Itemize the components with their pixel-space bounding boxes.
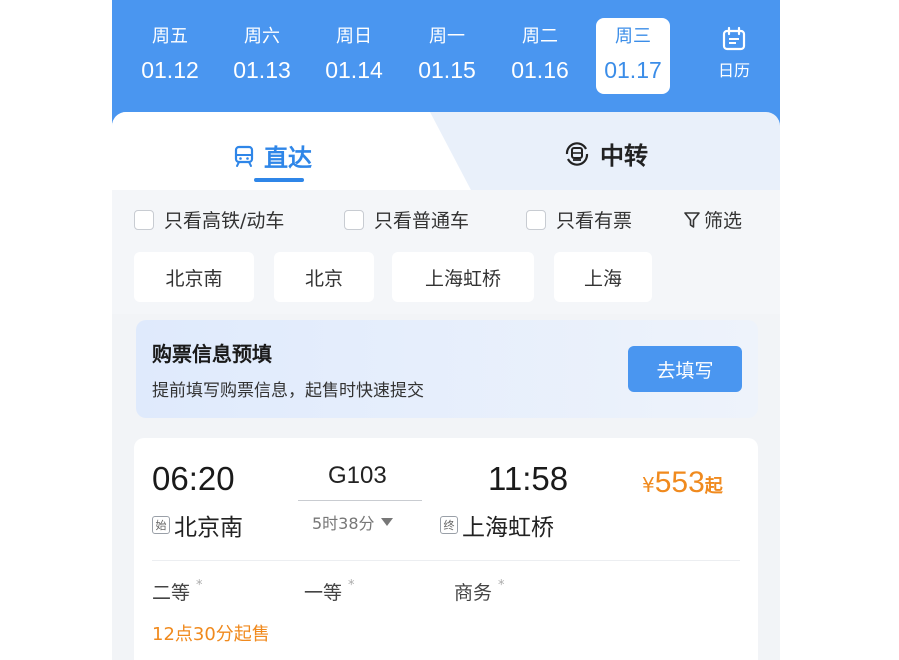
tab-direct[interactable]: 直达 [232, 138, 312, 173]
date-item-0112[interactable]: 周五 01.12 [130, 18, 210, 94]
arrival-time: 11:58 [488, 460, 569, 497]
prefill-button[interactable]: 去填写 [628, 346, 742, 392]
date-item-0116[interactable]: 周二 01.16 [500, 18, 580, 94]
departure-station-name: 北京南 [174, 515, 243, 541]
card-divider [152, 560, 740, 561]
prefill-banner: 购票信息预填 提前填写购票信息，起售时快速提交 去填写 [136, 320, 758, 418]
price-value: 553 [654, 466, 705, 499]
departure-station: 始 北京南 [152, 508, 243, 542]
seat-label: 一等 [304, 582, 343, 604]
date-item-0117-selected[interactable]: 周三 01.17 [596, 18, 670, 94]
train-card[interactable]: 06:20 G103 5时38分 11:58 始 北京南 终 上海虹桥 ¥ 55… [134, 438, 758, 660]
weekday-label: 周日 [336, 26, 372, 47]
seat-availability: * [498, 578, 505, 593]
filter-regular-label: 只看普通车 [374, 210, 470, 232]
weekday-label: 周一 [429, 26, 465, 47]
tab-transfer[interactable]: 中转 [562, 136, 648, 171]
tab-direct-label: 直达 [264, 144, 312, 172]
terminal-tag: 终 [440, 516, 458, 534]
filter-button-label: 筛选 [704, 210, 743, 232]
calendar-icon [721, 26, 747, 56]
seat-first-class: 一等 * [304, 578, 355, 605]
weekday-label: 周五 [152, 26, 188, 47]
calendar-label: 日历 [717, 61, 750, 80]
filter-button[interactable]: 筛选 [684, 206, 742, 233]
station-chip-shanghai[interactable]: 上海 [554, 252, 652, 302]
seat-label: 二等 [152, 582, 191, 604]
weekday-label: 周二 [522, 26, 558, 47]
regular-train-checkbox[interactable] [344, 209, 364, 230]
available-checkbox[interactable] [526, 209, 546, 230]
date-label: 01.13 [233, 57, 291, 83]
results-area: 只看高铁/动车 只看普通车 只看有票 筛选 北京南 北京 上海虹桥 上海 购票信… [112, 190, 780, 660]
route-type-tabs: 直达 中转 [112, 112, 780, 192]
train-number: G103 [328, 462, 387, 489]
filter-regular-train[interactable]: 只看普通车 [344, 206, 469, 233]
route-line [298, 500, 422, 501]
station-chip-beijing-south[interactable]: 北京南 [134, 252, 254, 302]
origin-tag: 始 [152, 516, 170, 534]
app-screen: 周五 01.12 周六 01.13 周日 01.14 周一 01.15 周二 0… [112, 0, 780, 660]
seat-second-class: 二等 * [152, 578, 203, 605]
active-tab-indicator [254, 178, 304, 182]
high-speed-checkbox[interactable] [134, 209, 154, 230]
caret-down-icon [380, 518, 393, 526]
date-item-0114[interactable]: 周日 01.14 [314, 18, 394, 94]
date-item-0115[interactable]: 周一 01.15 [407, 18, 487, 94]
seat-availability: * [196, 578, 203, 593]
calendar-button[interactable]: 日历 [708, 20, 760, 92]
filter-high-speed[interactable]: 只看高铁/动车 [134, 206, 284, 233]
price: ¥ 553 起 [642, 466, 723, 500]
filter-available[interactable]: 只看有票 [526, 206, 632, 233]
price-suffix: 起 [704, 476, 723, 497]
seat-business-class: 商务 * [454, 578, 505, 605]
seat-availability: * [348, 578, 355, 593]
prefill-subtitle: 提前填写购票信息，起售时快速提交 [152, 381, 424, 401]
filter-section: 只看高铁/动车 只看普通车 只看有票 筛选 北京南 北京 上海虹桥 上海 [112, 190, 780, 314]
date-item-0113[interactable]: 周六 01.13 [222, 18, 302, 94]
date-label: 01.17 [604, 57, 662, 83]
tab-transfer-label: 中转 [600, 142, 648, 170]
departure-time: 06:20 [152, 460, 235, 497]
date-label: 01.14 [325, 57, 383, 83]
filter-high-speed-label: 只看高铁/动车 [164, 210, 285, 232]
weekday-label: 周三 [615, 26, 651, 47]
arrival-station: 终 上海虹桥 [440, 508, 554, 542]
transfer-icon [562, 139, 592, 169]
station-chip-beijing[interactable]: 北京 [274, 252, 374, 302]
price-currency: ¥ [642, 473, 655, 497]
sale-start-time: 12点30分起售 [152, 624, 270, 645]
weekday-label: 周六 [244, 26, 280, 47]
date-label: 01.12 [141, 57, 199, 83]
date-selector-bar: 周五 01.12 周六 01.13 周日 01.14 周一 01.15 周二 0… [112, 0, 780, 128]
arrival-station-name: 上海虹桥 [462, 515, 554, 541]
duration-label: 5时38分 [312, 514, 375, 533]
filter-available-label: 只看有票 [556, 210, 633, 232]
station-chip-shanghai-hongqiao[interactable]: 上海虹桥 [392, 252, 534, 302]
prefill-title: 购票信息预填 [152, 342, 272, 366]
seat-label: 商务 [454, 582, 493, 604]
duration-toggle[interactable]: 5时38分 [312, 510, 393, 534]
date-label: 01.15 [418, 57, 476, 83]
date-label: 01.16 [511, 57, 569, 83]
funnel-icon [684, 211, 700, 229]
train-icon [232, 144, 256, 168]
